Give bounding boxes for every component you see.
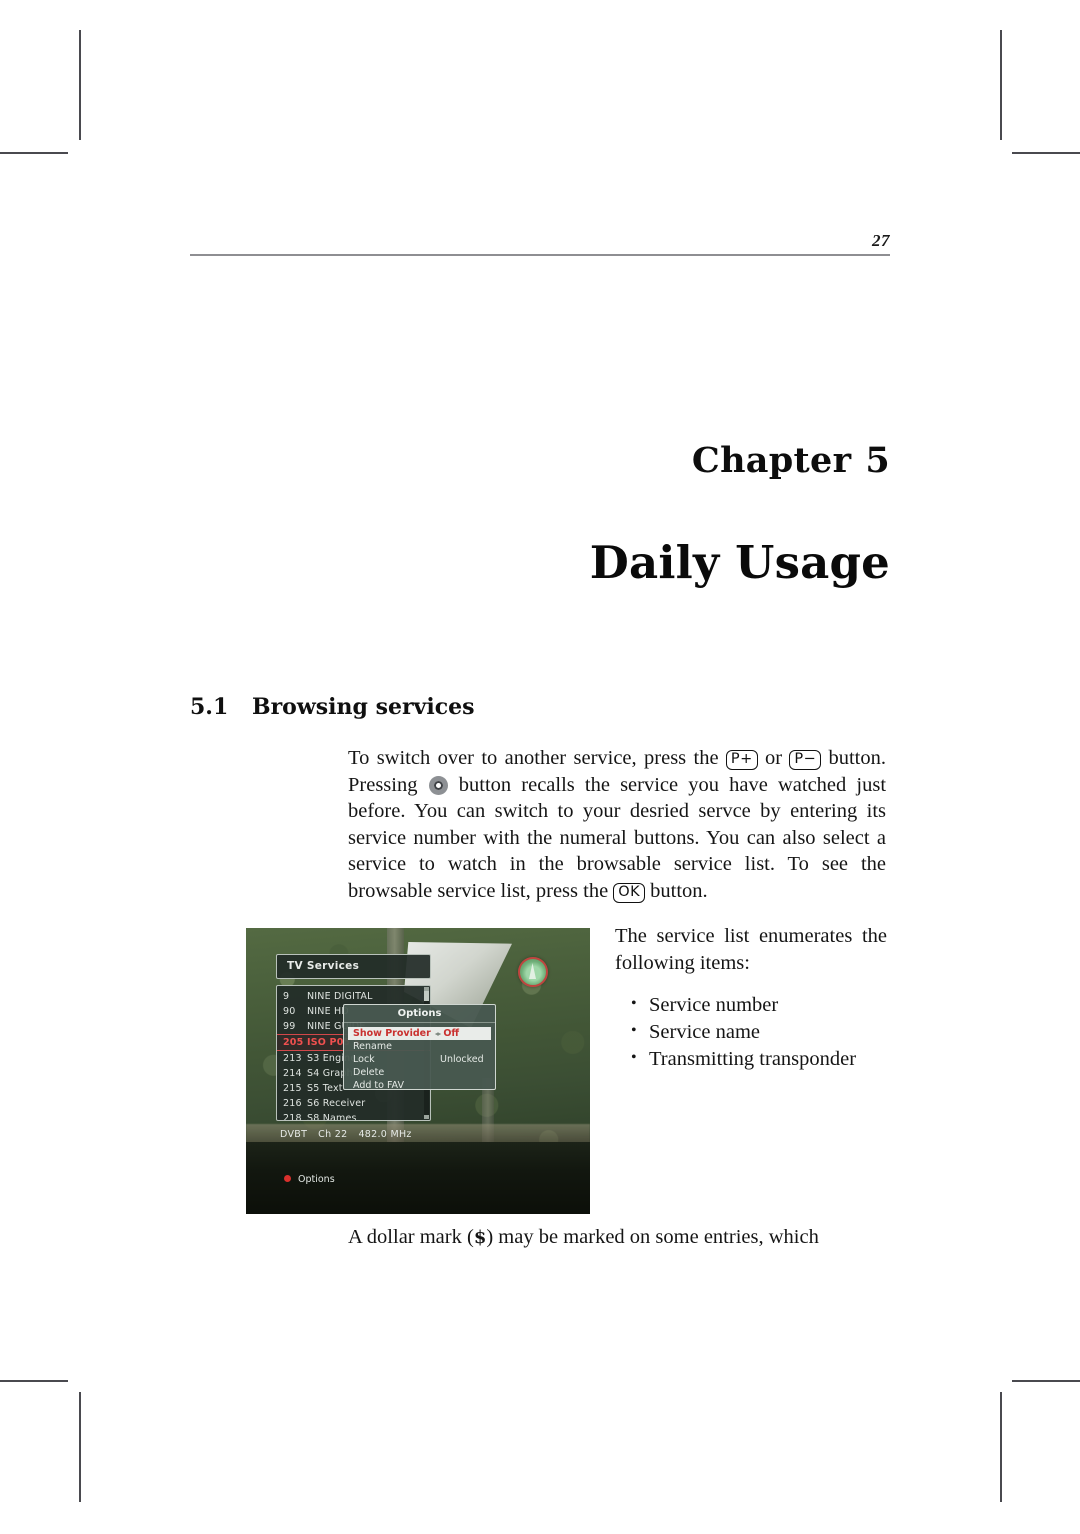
osd-title-bar: TV Services — [276, 954, 431, 979]
service-number: 99 — [283, 1021, 296, 1032]
menu-item-add-to-fav[interactable]: Add to FAV — [344, 1079, 495, 1092]
page-number: 27 — [872, 231, 890, 250]
section-title: Browsing services — [252, 694, 475, 720]
chapter-number: 5 — [865, 440, 890, 481]
service-number: 218 — [283, 1113, 302, 1121]
transponder-channel: Ch 22 — [318, 1129, 348, 1140]
key-ok: OK — [613, 882, 646, 903]
menu-item-label: Lock — [353, 1054, 375, 1065]
page-title: Daily Usage — [589, 536, 890, 589]
transponder-info: DVBT Ch 22 482.0 MHz — [280, 1129, 423, 1140]
section-number: 5.1 — [190, 694, 229, 720]
transponder-system: DVBT — [280, 1129, 308, 1140]
table-row[interactable]: 9 NINE DIGITAL — [277, 989, 430, 1004]
body-paragraph-block: To switch over to another service, press… — [348, 745, 886, 905]
service-number: 90 — [283, 1006, 296, 1017]
service-number: 214 — [283, 1068, 302, 1079]
scroll-down-arrow-icon[interactable] — [424, 1115, 429, 1119]
service-number: 213 — [283, 1053, 302, 1064]
osd-title-label: TV Services — [287, 960, 360, 972]
crop-mark-top-right-vertical — [1000, 30, 1002, 140]
crop-mark-bottom-left-vertical — [79, 1392, 81, 1502]
trailing-paragraph: A dollar mark ($) may be marked on some … — [348, 1224, 886, 1252]
service-number: 205 — [283, 1037, 304, 1048]
crop-mark-top-left-vertical — [79, 30, 81, 140]
options-hint-bar[interactable]: Options — [284, 1174, 335, 1185]
list-item: Service number — [631, 991, 887, 1019]
scrollbar-thumb[interactable] — [424, 991, 429, 1001]
dollar-mark-glyph: $ — [473, 1227, 487, 1248]
menu-item-label: Rename — [353, 1041, 392, 1052]
body-paragraph: To switch over to another service, press… — [348, 745, 886, 905]
service-name: S8 Names — [307, 1113, 357, 1121]
tail-text-segment-1: A dollar mark ( — [348, 1226, 474, 1248]
list-item: Service name — [631, 1018, 887, 1046]
list-item: Transmitting transponder — [631, 1045, 887, 1073]
page-header: 27 — [190, 232, 890, 256]
table-row[interactable]: 218 S8 Names — [277, 1111, 430, 1121]
left-right-arrows-icon[interactable]: ◂▸ — [435, 1029, 441, 1038]
red-button-icon — [284, 1175, 291, 1182]
service-name: S5 Text — [307, 1083, 343, 1094]
options-dialog-rows: Show Provider ◂▸ Off Rename Lock Unlocked D… — [344, 1027, 495, 1092]
service-name: NINE DIGITAL — [307, 991, 373, 1002]
header-rule — [190, 254, 890, 256]
menu-item-label: Delete — [353, 1067, 385, 1078]
recall-circle-icon — [428, 775, 448, 795]
tv-service-list-screenshot: TV Services 9 NINE DIGITAL 90 NINE HD 99 NI… — [246, 928, 590, 1214]
service-list-description: The service list enumerates the followin… — [615, 923, 887, 1073]
trailing-paragraph-block: A dollar mark ($) may be marked on some … — [348, 1224, 886, 1252]
key-p-plus: P+ — [725, 750, 758, 770]
chapter-label-line: Chapter 5 — [692, 440, 890, 481]
chapter-label: Chapter — [691, 440, 852, 481]
menu-item-rename[interactable]: Rename — [344, 1040, 495, 1053]
menu-item-value: Unlocked — [440, 1054, 484, 1065]
body-text-segment-2: or — [764, 747, 783, 769]
side-intro-text: The service list enumerates the followin… — [615, 925, 887, 974]
service-number: 216 — [283, 1098, 302, 1109]
crop-mark-bottom-right-horizontal — [1012, 1380, 1080, 1382]
body-text-segment-5: button. — [650, 879, 708, 902]
transponder-frequency: 482.0 MHz — [358, 1129, 412, 1140]
body-text-segment-1: To switch over to another service, press… — [348, 747, 719, 769]
options-dialog[interactable]: Options Show Provider ◂▸ Off Rename Lock Un… — [343, 1004, 496, 1092]
crop-mark-bottom-left-horizontal — [0, 1380, 68, 1382]
crop-mark-bottom-right-vertical — [1000, 1392, 1002, 1502]
options-dialog-title: Options — [344, 1005, 495, 1023]
menu-item-value: Off — [443, 1028, 460, 1039]
service-number: 9 — [283, 991, 290, 1002]
service-number: 215 — [283, 1083, 302, 1094]
menu-item-label: Show Provider — [353, 1028, 431, 1039]
crop-mark-top-right-horizontal — [1012, 152, 1080, 154]
menu-item-delete[interactable]: Delete — [344, 1066, 495, 1079]
section-heading: 5.1 Browsing services — [190, 694, 474, 720]
menu-item-lock[interactable]: Lock Unlocked — [344, 1053, 495, 1066]
menu-item-label: Add to FAV — [353, 1080, 404, 1091]
service-list-items: Service number Service name Transmitting… — [615, 991, 887, 1073]
table-row[interactable]: 216 S6 Receiver — [277, 1096, 430, 1111]
service-name: S6 Receiver — [307, 1098, 366, 1109]
tail-text-segment-2: ) may be marked on some entries, which — [486, 1226, 819, 1248]
crop-mark-top-left-horizontal — [0, 152, 68, 154]
broadcaster-logo-icon — [518, 957, 548, 987]
key-p-minus: P− — [789, 750, 822, 770]
menu-item-show-provider[interactable]: Show Provider ◂▸ Off — [348, 1027, 491, 1040]
options-hint-label: Options — [298, 1174, 335, 1185]
